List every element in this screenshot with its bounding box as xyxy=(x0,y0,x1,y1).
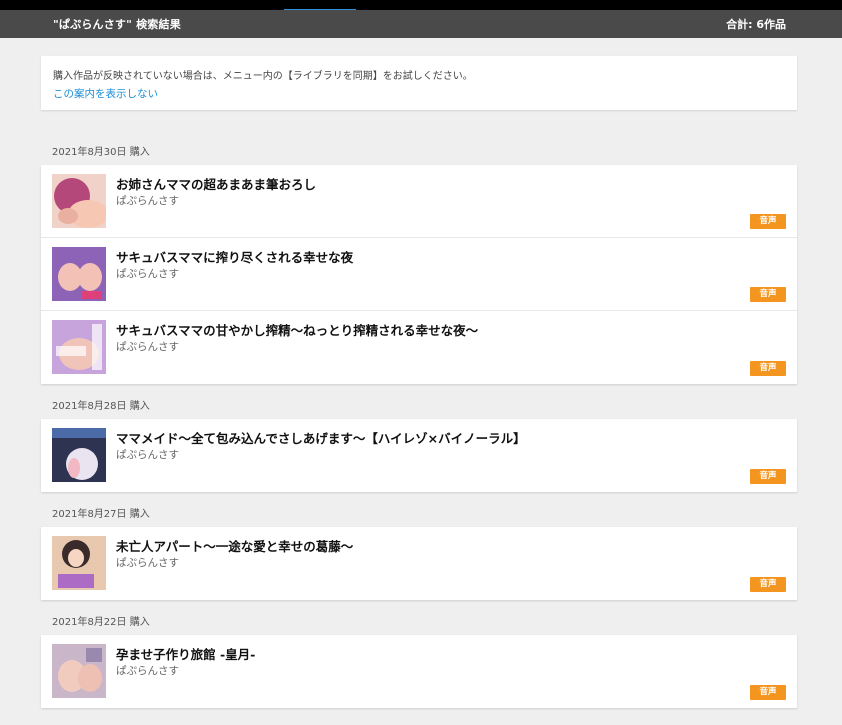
total-count: 合計: 6作品 xyxy=(726,18,786,31)
purchase-date: 2021年8月27日 購入 xyxy=(52,509,150,520)
list-item[interactable]: 孕ませ子作り旅館 -皇月- ぱぷらんさす 音声 xyxy=(41,635,797,708)
work-thumbnail xyxy=(52,320,106,374)
search-results-header: "ぱぷらんさす" 検索結果 合計: 6作品 xyxy=(0,10,842,38)
voice-badge: 音声 xyxy=(750,469,786,484)
notice-text: 購入作品が反映されていない場合は、メニュー内の【ライブラリを同期】をお試しくださ… xyxy=(53,71,473,82)
work-title: ママメイド～全て包み込んでさしあげます～【ハイレゾ×バイノーラル】 xyxy=(116,431,526,446)
list-item[interactable]: サキュバスママに搾り尽くされる幸せな夜 ぱぷらんさす 音声 xyxy=(41,238,797,311)
top-bar xyxy=(0,0,842,10)
work-title: 未亡人アパート～一途な愛と幸せの葛藤～ xyxy=(116,539,354,554)
work-thumbnail xyxy=(52,536,106,590)
voice-badge: 音声 xyxy=(750,214,786,229)
circle-name: ぱぷらんさす xyxy=(116,449,179,461)
work-title: サキュバスママの甘やかし搾精～ねっとり搾精される幸せな夜～ xyxy=(116,323,479,338)
circle-name: ぱぷらんさす xyxy=(116,557,179,569)
circle-name: ぱぷらんさす xyxy=(116,341,179,353)
purchase-group: ママメイド～全て包み込んでさしあげます～【ハイレゾ×バイノーラル】 ぱぷらんさす… xyxy=(41,419,797,492)
purchase-date: 2021年8月22日 購入 xyxy=(52,617,150,628)
purchase-date: 2021年8月30日 購入 xyxy=(52,147,150,158)
work-title: サキュバスママに搾り尽くされる幸せな夜 xyxy=(116,250,354,265)
list-item[interactable]: 未亡人アパート～一途な愛と幸せの葛藤～ ぱぷらんさす 音声 xyxy=(41,527,797,600)
work-thumbnail xyxy=(52,174,106,228)
purchase-group: お姉さんママの超あまあま筆おろし ぱぷらんさす 音声 サキュバスママに搾り尽くさ… xyxy=(41,165,797,384)
voice-badge: 音声 xyxy=(750,685,786,700)
circle-name: ぱぷらんさす xyxy=(116,268,179,280)
voice-badge: 音声 xyxy=(750,577,786,592)
purchase-group: 孕ませ子作り旅館 -皇月- ぱぷらんさす 音声 xyxy=(41,635,797,708)
work-title: お姉さんママの超あまあま筆おろし xyxy=(116,177,317,192)
search-results-title: "ぱぷらんさす" 検索結果 xyxy=(53,18,181,31)
sync-notice: 購入作品が反映されていない場合は、メニュー内の【ライブラリを同期】をお試しくださ… xyxy=(41,56,797,110)
work-thumbnail xyxy=(52,644,106,698)
voice-badge: 音声 xyxy=(750,361,786,376)
circle-name: ぱぷらんさす xyxy=(116,665,179,677)
voice-badge: 音声 xyxy=(750,287,786,302)
list-item[interactable]: お姉さんママの超あまあま筆おろし ぱぷらんさす 音声 xyxy=(41,165,797,238)
circle-name: ぱぷらんさす xyxy=(116,195,179,207)
dismiss-notice-link[interactable]: この案内を表示しない xyxy=(53,86,158,101)
work-thumbnail xyxy=(52,428,106,482)
list-item[interactable]: ママメイド～全て包み込んでさしあげます～【ハイレゾ×バイノーラル】 ぱぷらんさす… xyxy=(41,419,797,492)
purchase-date: 2021年8月28日 購入 xyxy=(52,401,150,412)
purchase-group: 未亡人アパート～一途な愛と幸せの葛藤～ ぱぷらんさす 音声 xyxy=(41,527,797,600)
work-title: 孕ませ子作り旅館 -皇月- xyxy=(116,647,256,662)
work-thumbnail xyxy=(52,247,106,301)
list-item[interactable]: サキュバスママの甘やかし搾精～ねっとり搾精される幸せな夜～ ぱぷらんさす 音声 xyxy=(41,311,797,384)
